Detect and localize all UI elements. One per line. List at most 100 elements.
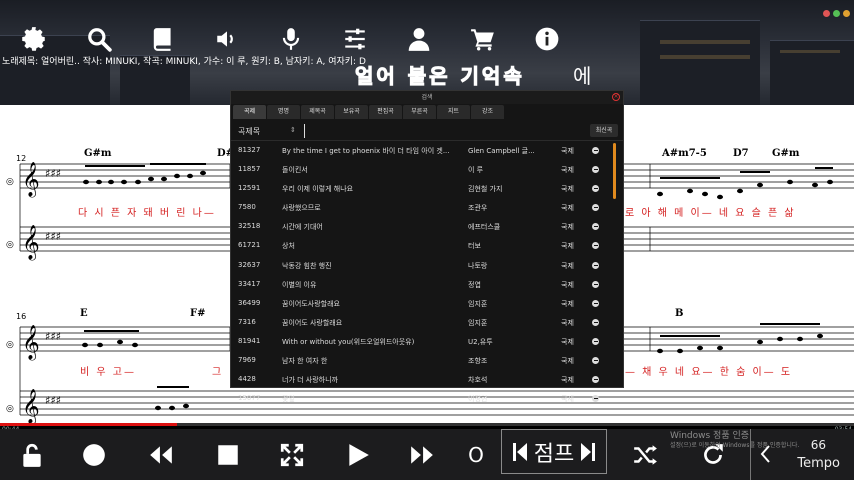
close-icon[interactable]: × (612, 93, 620, 101)
table-row[interactable]: 7580 사랑했으므로 조관우 국제 (231, 198, 621, 217)
song-number: 36499 (238, 298, 261, 307)
cart-icon[interactable] (466, 22, 500, 56)
table-row[interactable]: 12591 우리 이제 이렇게 해나요 김현철 가지 국제 (231, 179, 621, 198)
shuffle-icon[interactable] (627, 429, 663, 480)
tab-5[interactable]: 부른곡 (403, 105, 436, 119)
unlock-icon[interactable] (14, 429, 50, 480)
score-lyric-1b: 로 아 해 메 이— 네 요 슬 픈 삶 (625, 208, 796, 219)
current-lyric-rest: 에 (573, 64, 595, 88)
table-row[interactable]: 81327 By the time I get to phoenix 바이 더 타… (231, 141, 621, 160)
dialog-title: 검색 (231, 91, 623, 104)
score-lyric-2c: — 채 우 네 요— 한 숨 이— 도 (625, 367, 793, 378)
remove-icon[interactable] (592, 376, 599, 384)
song-title: 상처 (282, 242, 295, 251)
stop-icon[interactable] (210, 429, 246, 480)
rewind-icon[interactable] (143, 429, 179, 480)
minimize-dot[interactable] (843, 10, 850, 17)
svg-text:◎: ◎ (6, 404, 14, 414)
remove-icon[interactable] (592, 299, 599, 307)
sort-icon[interactable]: ⇕ (290, 126, 296, 134)
gear-icon[interactable] (18, 22, 52, 56)
play-icon[interactable] (340, 429, 376, 480)
remove-icon[interactable] (592, 242, 599, 250)
speaker-icon[interactable] (210, 22, 244, 56)
close-dot[interactable] (823, 10, 830, 17)
tempo-control[interactable]: 66 Tempo (750, 429, 854, 480)
remove-icon[interactable] (592, 147, 599, 154)
table-row[interactable]: 33417 이별의 이유 정엽 국제 (231, 275, 621, 294)
remove-icon[interactable] (592, 185, 599, 193)
table-row[interactable]: 61721 상처 터보 국제 (231, 236, 621, 255)
jump-prev-icon[interactable] (512, 441, 528, 463)
tab-3[interactable]: 보유곡 (335, 105, 368, 119)
song-artist: 임지훈 (468, 299, 488, 308)
new-songs-button[interactable]: 최신곡 (590, 124, 618, 137)
remove-icon[interactable] (592, 395, 599, 403)
chevron-left-icon[interactable] (759, 444, 771, 464)
svg-text:◎: ◎ (6, 240, 14, 250)
remove-icon[interactable] (592, 280, 599, 288)
remove-icon[interactable] (592, 261, 599, 269)
tab-1[interactable]: 명명 (267, 105, 300, 119)
song-artist: 나토랑 (468, 261, 488, 270)
fast-forward-icon[interactable] (404, 429, 440, 480)
record-icon[interactable] (76, 429, 112, 480)
song-number: 81327 (238, 146, 261, 154)
search-icon[interactable] (82, 22, 116, 56)
measure-number-16: 16 (16, 312, 27, 321)
jump-next-icon[interactable] (580, 441, 596, 463)
song-artist: 김현철 가지 (468, 185, 503, 194)
playback-progress[interactable] (0, 423, 854, 426)
remove-icon[interactable] (592, 204, 599, 212)
microphone-icon[interactable] (274, 22, 308, 56)
tab-2[interactable]: 제목곡 (301, 105, 334, 119)
jump-label[interactable]: 점프 (534, 436, 574, 468)
remove-icon[interactable] (592, 357, 599, 365)
table-row[interactable]: 7969 남자 한 여자 한 조항조 국제 (231, 351, 621, 370)
table-row[interactable]: 36499 꿈이어도사랑할래요 임지훈 국제 (231, 294, 621, 313)
maximize-dot[interactable] (833, 10, 840, 17)
info-icon[interactable] (530, 22, 564, 56)
song-artist: 터보 (468, 242, 481, 251)
table-row[interactable]: 32518 시간에 기대어 에프터스쿨 국제 (231, 217, 621, 236)
svg-text:𝄞: 𝄞 (22, 225, 40, 261)
fullscreen-icon[interactable] (274, 429, 310, 480)
tab-7[interactable]: 강조 (471, 105, 504, 119)
remove-icon[interactable] (592, 318, 599, 326)
song-title: 이별의 이유 (282, 280, 317, 289)
table-row[interactable]: 32637 낙동강 힘찬 행진 나토랑 국제 (231, 256, 621, 275)
table-row[interactable]: 15077 꽃잎 이정현 국제 (231, 389, 621, 408)
song-category: 국제 (561, 261, 574, 270)
search-field-label[interactable]: 곡제목 (238, 126, 260, 137)
tab-6[interactable]: 지트 (437, 105, 470, 119)
remove-icon[interactable] (592, 223, 599, 231)
table-row[interactable]: 4428 너가 더 사랑하니까 차호석 국제 (231, 370, 621, 389)
tab-4[interactable]: 편집곡 (369, 105, 402, 119)
song-category: 국제 (561, 166, 574, 175)
search-input[interactable] (304, 124, 574, 138)
chord-asm7-5: A#m7-5 (662, 148, 707, 159)
song-number: 4428 (238, 375, 256, 384)
song-category: 국제 (561, 376, 574, 385)
list-scrollbar[interactable] (613, 143, 616, 199)
user-icon[interactable] (402, 22, 436, 56)
song-artist: 조관우 (468, 204, 488, 213)
current-lyric-highlight: 얼어 붙은 기억속 (355, 64, 525, 89)
table-row[interactable]: 81941 With or without you(위드오얼위드아웃유) U2,유투… (231, 332, 621, 351)
o-button[interactable]: O (462, 429, 490, 480)
song-category: 국제 (561, 357, 574, 366)
sliders-icon[interactable] (338, 22, 372, 56)
table-row[interactable]: 11857 돌이킨서 이 루 국제 (231, 160, 621, 179)
song-number: 12591 (238, 184, 261, 193)
chord-e: E (80, 308, 88, 319)
window-controls (823, 10, 850, 17)
dialog-tabs: 곡제 명명 제목곡 보유곡 편집곡 부른곡 지트 강조 (233, 105, 504, 119)
song-artist: 정엽 (468, 280, 481, 289)
table-row[interactable]: 7316 꿈이어도 사랑할래요 임지훈 국제 (231, 313, 621, 332)
remove-icon[interactable] (592, 337, 599, 345)
tab-0[interactable]: 곡제 (233, 105, 266, 119)
search-row: 곡제목 ⇕ 최신곡 (231, 121, 623, 141)
tempo-label: Tempo (797, 456, 840, 471)
book-icon[interactable] (146, 22, 180, 56)
remove-icon[interactable] (592, 166, 599, 174)
